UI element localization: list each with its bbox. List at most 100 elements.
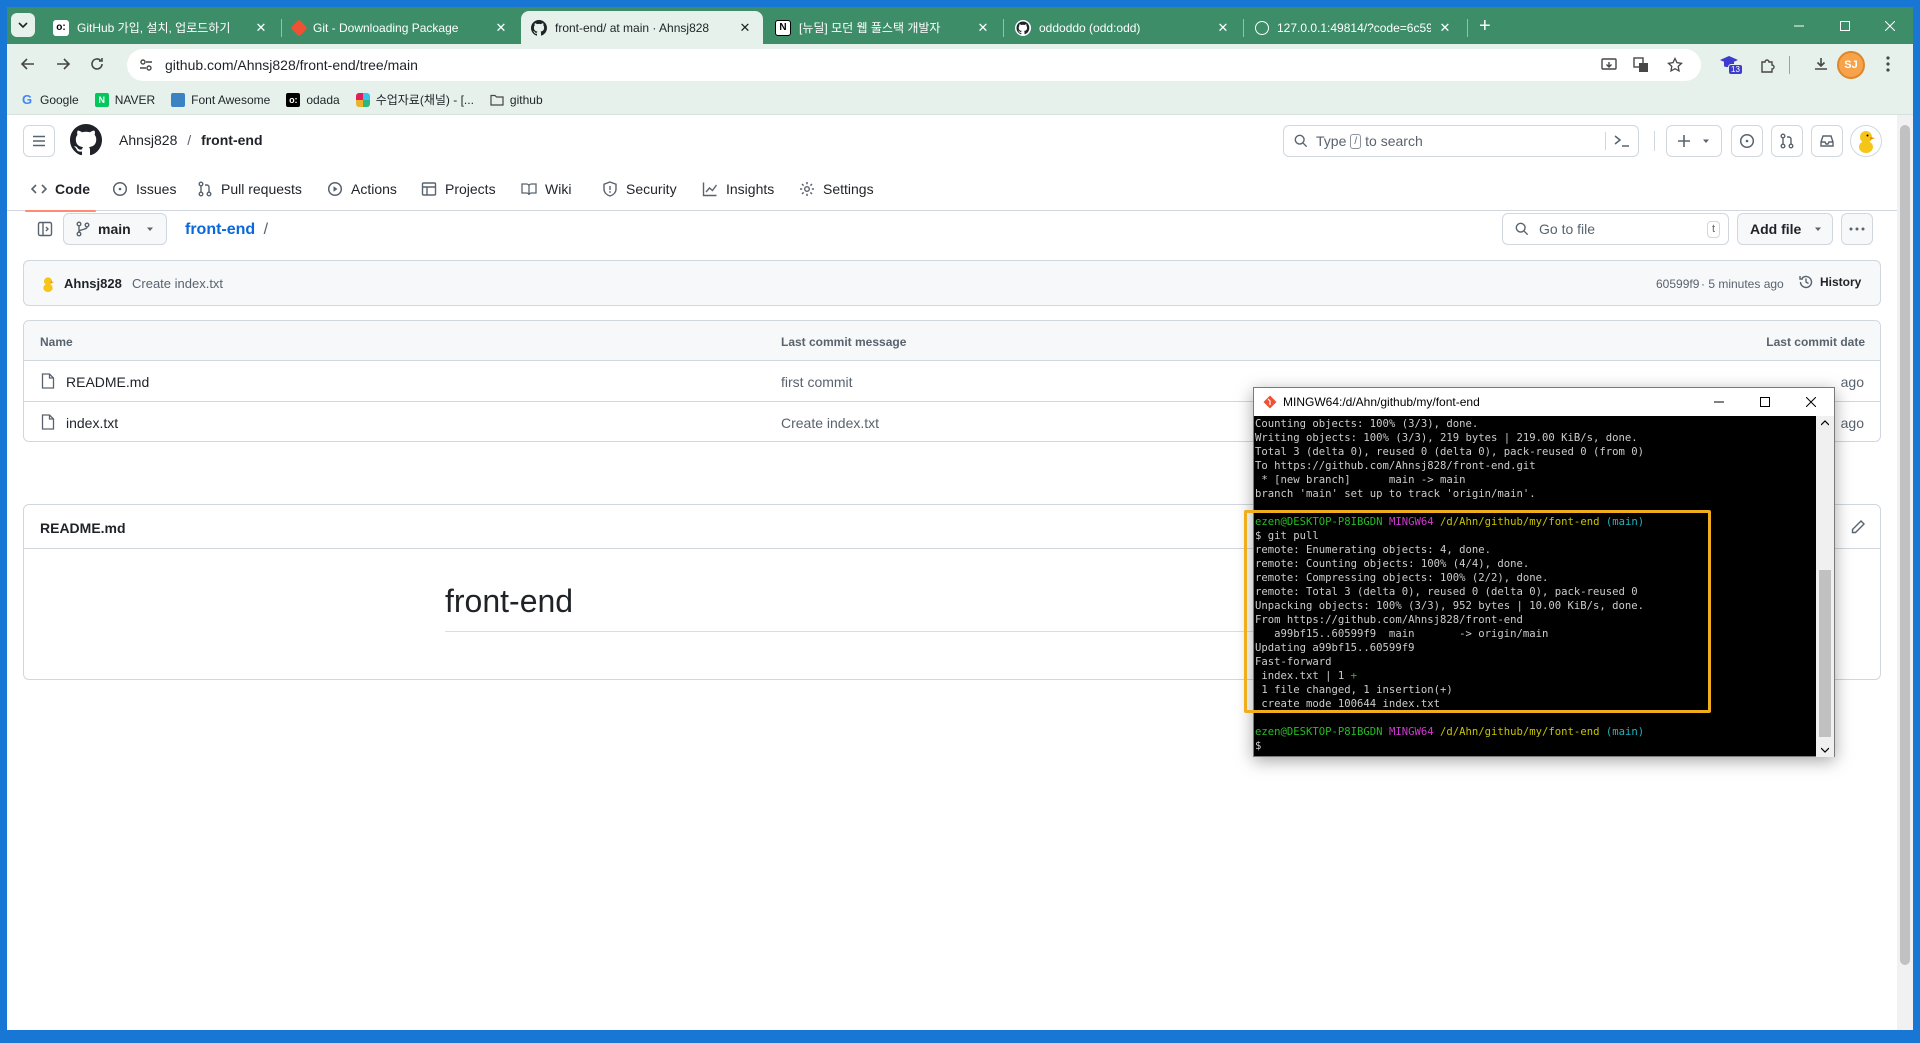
site-info-icon[interactable]	[139, 58, 153, 72]
close-tab-icon[interactable]: ✕	[493, 20, 509, 36]
file-commit-message[interactable]: Create index.txt	[781, 415, 879, 431]
commit-hash[interactable]: 60599f9	[1656, 277, 1699, 291]
bookmark-star-icon[interactable]	[1667, 57, 1683, 73]
create-new-button[interactable]	[1666, 125, 1722, 157]
tab-projects[interactable]: Projects	[421, 167, 496, 211]
tab-settings[interactable]: Settings	[799, 167, 874, 211]
tab-insights[interactable]: Insights	[702, 167, 774, 211]
owner-link[interactable]: Ahnsj828	[119, 132, 177, 148]
close-tab-icon[interactable]: ✕	[1215, 20, 1231, 36]
page-scrollbar-thumb[interactable]	[1900, 125, 1910, 965]
browser-tab[interactable]: Git - Downloading Package ✕	[283, 11, 519, 44]
terminal-close-button[interactable]	[1788, 388, 1834, 416]
browser-tab[interactable]: oddoddo (odd:odd) ✕	[1005, 11, 1241, 44]
github-logo-icon[interactable]	[70, 124, 102, 156]
terminal-scrollbar-thumb[interactable]	[1819, 570, 1831, 737]
maximize-icon	[1760, 397, 1770, 407]
path-breadcrumb: front-end /	[185, 221, 269, 238]
close-window-button[interactable]	[1867, 7, 1913, 44]
hamburger-menu-button[interactable]	[23, 125, 55, 157]
extension-button[interactable]: 13	[1719, 55, 1743, 75]
git-favicon-icon	[290, 19, 308, 36]
bookmark-font-awesome[interactable]: Font Awesome	[171, 92, 270, 107]
scroll-down-icon[interactable]	[1821, 747, 1829, 753]
minimize-icon	[1794, 25, 1804, 26]
install-app-icon[interactable]	[1601, 57, 1617, 73]
path-repo-link[interactable]: front-end	[185, 221, 255, 238]
bookmark-google[interactable]: G Google	[20, 92, 79, 107]
plus-icon	[1678, 135, 1690, 147]
close-tab-icon[interactable]: ✕	[253, 20, 269, 36]
author-avatar-icon[interactable]	[40, 275, 56, 293]
edit-pencil-icon[interactable]	[1850, 519, 1866, 535]
book-icon	[521, 183, 537, 196]
github-favicon-icon	[531, 19, 547, 36]
scroll-up-icon[interactable]	[1821, 420, 1829, 426]
bookmark-naver[interactable]: N NAVER	[94, 92, 155, 107]
repo-link[interactable]: front-end	[201, 132, 262, 148]
tab-pull-requests[interactable]: Pull requests	[197, 167, 302, 211]
close-tab-icon[interactable]: ✕	[1437, 20, 1453, 36]
minimize-button[interactable]	[1776, 7, 1822, 44]
maximize-button[interactable]	[1822, 7, 1867, 44]
browser-tab[interactable]: N [뉴딜] 모던 웹 풀스택 개발자 ✕	[765, 11, 1001, 44]
browser-tab[interactable]: o: GitHub 가입, 설치, 업로드하기 ✕	[43, 11, 279, 44]
readme-tab[interactable]: README.md	[40, 520, 126, 536]
global-search-input[interactable]: Type / to search	[1283, 125, 1639, 157]
graph-icon	[702, 182, 718, 197]
forward-icon[interactable]	[55, 56, 71, 72]
go-to-file-input[interactable]: Go to file t	[1502, 213, 1729, 245]
tab-wiki[interactable]: Wiki	[521, 167, 571, 211]
profile-avatar[interactable]: SJ	[1837, 51, 1865, 79]
commit-message[interactable]: Create index.txt	[132, 276, 223, 291]
terminal-titlebar[interactable]: MINGW64:/d/Ahn/github/my/font-end	[1254, 388, 1834, 416]
back-icon[interactable]	[20, 56, 36, 72]
page-scrollbar[interactable]	[1897, 115, 1913, 1030]
duck-avatar-icon	[1859, 131, 1875, 153]
address-bar[interactable]: github.com/Ahnsj828/front-end/tree/main	[127, 49, 1701, 81]
toggle-sidebar-button[interactable]	[29, 213, 61, 245]
bookmark-odada[interactable]: o: odada	[286, 92, 340, 107]
reload-icon[interactable]	[89, 56, 105, 72]
command-palette-icon[interactable]	[1614, 134, 1630, 148]
file-name-link[interactable]: README.md	[66, 374, 149, 390]
file-commit-date: ago	[1840, 415, 1864, 431]
download-icon[interactable]	[1813, 56, 1829, 72]
translate-icon[interactable]	[1633, 57, 1649, 73]
tab-actions[interactable]: Actions	[327, 167, 397, 211]
goto-shortcut-key: t	[1706, 221, 1720, 238]
tab-strip: o: GitHub 가입, 설치, 업로드하기 ✕ Git - Download…	[7, 7, 1913, 44]
user-avatar[interactable]	[1850, 125, 1882, 157]
file-commit-message[interactable]: first commit	[781, 374, 853, 390]
kebab-menu-icon[interactable]	[1886, 56, 1890, 72]
new-tab-button[interactable]: +	[1479, 16, 1491, 36]
shield-icon	[603, 181, 617, 197]
terminal-minimize-button[interactable]	[1696, 388, 1742, 416]
git-bash-icon	[1263, 395, 1277, 409]
tab-issues[interactable]: Issues	[112, 167, 176, 211]
issues-button[interactable]	[1731, 125, 1763, 157]
terminal-maximize-button[interactable]	[1742, 388, 1788, 416]
tab-search-button[interactable]	[11, 13, 35, 37]
sidebar-expand-icon	[37, 221, 53, 237]
file-name-link[interactable]: index.txt	[66, 415, 118, 431]
puzzle-extensions-icon[interactable]	[1760, 57, 1776, 73]
pull-requests-button[interactable]	[1771, 125, 1803, 157]
history-button[interactable]: History	[1798, 274, 1861, 290]
tab-code[interactable]: Code	[25, 167, 96, 212]
tab-security[interactable]: Security	[602, 167, 677, 211]
browser-tab-active[interactable]: front-end/ at main · Ahnsj828 ✕	[521, 11, 763, 44]
inbox-button[interactable]	[1811, 125, 1843, 157]
terminal-prompt: ezen@DESKTOP-P8IBGDN MINGW64 /d/Ahn/gith…	[1255, 726, 1645, 738]
branch-select-button[interactable]: main	[63, 213, 167, 245]
add-file-button[interactable]: Add file	[1737, 213, 1833, 245]
close-tab-icon[interactable]: ✕	[737, 20, 753, 36]
extension-badge: 13	[1728, 64, 1743, 75]
close-tab-icon[interactable]: ✕	[975, 20, 991, 36]
browser-tab[interactable]: 127.0.0.1:49814/?code=6c595e ✕	[1245, 11, 1463, 44]
more-options-button[interactable]	[1841, 213, 1873, 245]
bookmark-folder-github[interactable]: github	[490, 93, 543, 107]
commit-author[interactable]: Ahnsj828	[64, 276, 122, 291]
bookmark-class-materials[interactable]: 수업자료(채널) - [...	[355, 91, 474, 108]
terminal-scrollbar[interactable]	[1816, 416, 1834, 757]
